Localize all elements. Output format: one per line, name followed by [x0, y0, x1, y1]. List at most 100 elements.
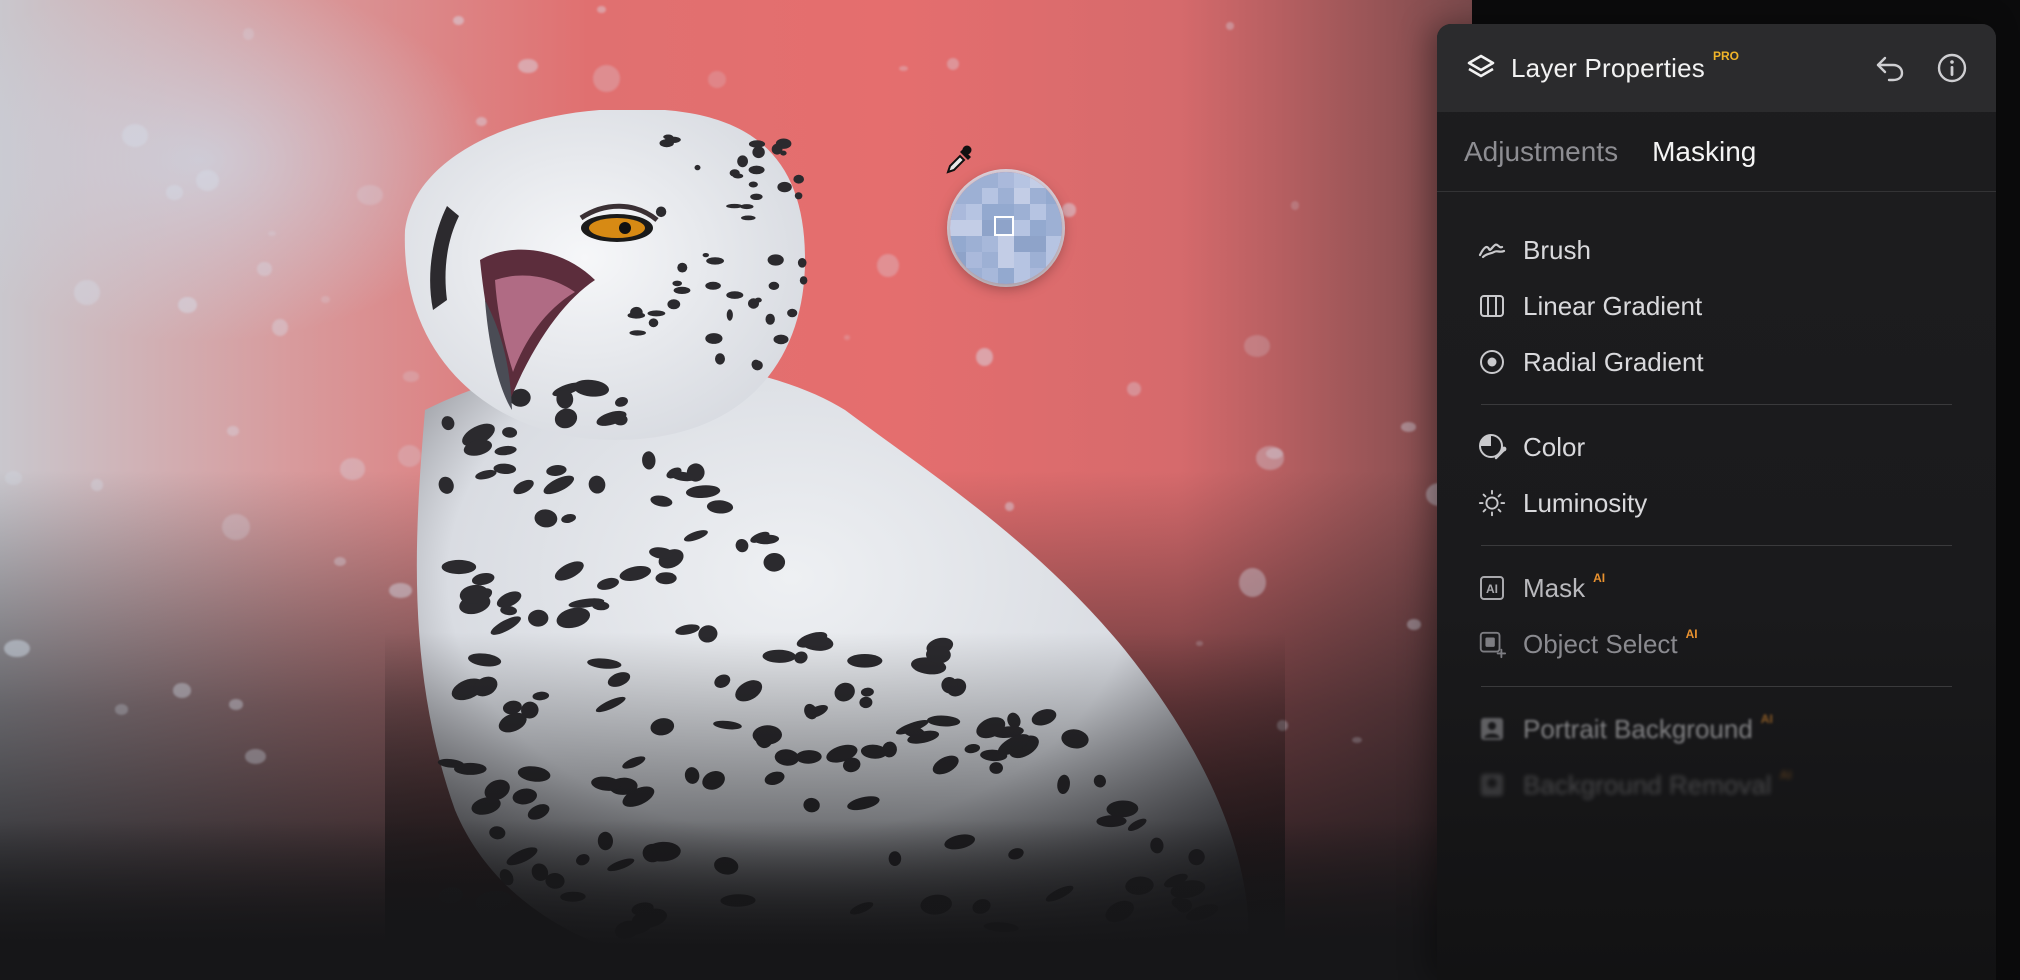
snowflake	[227, 425, 239, 437]
feather-spot	[1188, 848, 1205, 866]
snowflake	[517, 58, 538, 74]
loupe-pixel	[982, 236, 998, 252]
loupe-pixel	[1030, 252, 1046, 268]
snowflake	[221, 514, 250, 541]
feather-spot	[631, 902, 654, 916]
tool-label: Luminosity	[1523, 487, 1648, 518]
feather-spot	[1125, 876, 1154, 895]
snowflake	[5, 470, 23, 485]
feather-spot	[545, 872, 565, 889]
tool-portrait-background[interactable]: Portrait Background AI	[1477, 701, 1952, 757]
tool-label: Color	[1523, 431, 1586, 462]
tool-brush[interactable]: Brush	[1477, 222, 1952, 278]
loupe-pixel	[1014, 236, 1030, 252]
loupe-pixel	[966, 252, 982, 268]
tool-ai-mask[interactable]: AI Mask AI	[1477, 560, 1952, 616]
tool-label: Radial Gradient	[1523, 346, 1704, 377]
snowflake	[593, 65, 621, 93]
svg-text:AI: AI	[1486, 582, 1498, 596]
feather-spot	[576, 854, 590, 866]
feather-spot	[597, 831, 614, 851]
feather-spot	[1170, 880, 1206, 899]
tool-label: Background Removal	[1523, 769, 1772, 800]
loupe-pixel	[998, 188, 1014, 204]
snowflake	[178, 296, 197, 313]
feather-spot	[1171, 897, 1187, 909]
feather-spot	[1164, 873, 1188, 888]
feather-spot	[506, 847, 538, 866]
info-button[interactable]	[1934, 50, 1970, 86]
loupe-pixel	[966, 220, 982, 236]
loupe-pixel	[998, 172, 1014, 188]
layers-icon	[1467, 54, 1495, 78]
background-removal-icon	[1477, 770, 1507, 800]
panel-title: Layer Properties	[1511, 52, 1705, 83]
ai-badge: AI	[1760, 712, 1773, 726]
eyedropper-icon	[946, 145, 972, 174]
tool-radial-gradient[interactable]: Radial Gradient	[1477, 334, 1952, 390]
divider	[1481, 545, 1952, 546]
feather-spot	[642, 843, 663, 863]
snowflake	[122, 123, 149, 147]
undo-button[interactable]	[1872, 50, 1908, 86]
snowflake	[242, 28, 254, 40]
tool-background-removal[interactable]: Background Removal AI	[1477, 757, 1952, 813]
snowflake	[1290, 200, 1300, 210]
ai-badge: AI	[1593, 571, 1606, 585]
snowflake	[946, 58, 959, 71]
feather-spot	[644, 841, 681, 862]
snowflake	[195, 170, 219, 192]
loupe-pixel	[966, 204, 982, 220]
loupe-pixel	[966, 236, 982, 252]
feather-spot	[483, 890, 512, 909]
portrait-icon	[1477, 714, 1507, 744]
snowflake	[268, 231, 277, 237]
feather-spot	[1008, 848, 1024, 860]
feather-spot	[1176, 898, 1192, 913]
feather-spot	[888, 851, 902, 866]
loupe-pixel	[1014, 252, 1030, 268]
panel-header: Layer Properties PRO	[1437, 24, 1996, 112]
tool-luminosity[interactable]: Luminosity	[1477, 475, 1952, 531]
snowflake	[4, 639, 30, 657]
snowflake	[453, 16, 464, 26]
feather-spot	[560, 891, 586, 902]
snowflake	[166, 185, 184, 201]
feather-spot	[720, 894, 756, 907]
snowflake	[114, 703, 129, 715]
linear-gradient-icon	[1477, 291, 1507, 321]
layer-properties-panel: Layer Properties PRO Adjustments Masking	[1437, 24, 1996, 980]
radial-gradient-icon	[1477, 347, 1507, 377]
feather-spot	[614, 920, 640, 939]
feather-spot	[615, 922, 651, 937]
loupe-pixel	[966, 188, 982, 204]
tool-linear-gradient[interactable]: Linear Gradient	[1477, 278, 1952, 334]
owl-photo	[385, 110, 1285, 980]
snowflake	[256, 261, 272, 277]
snowflake	[1407, 618, 1422, 630]
loupe-pixel	[998, 268, 1014, 284]
pro-badge: PRO	[1712, 49, 1739, 63]
tool-label: Portrait Background	[1523, 713, 1753, 744]
loupe-pixel	[1030, 220, 1046, 236]
feather-spot	[714, 856, 739, 875]
feather-spot	[983, 922, 1019, 933]
tool-object-select[interactable]: Object Select AI	[1477, 616, 1952, 672]
feather-spot	[531, 863, 549, 881]
feather-spot	[1045, 885, 1074, 902]
color-picker-loupe[interactable]	[950, 172, 1062, 284]
tab-masking[interactable]: Masking	[1652, 136, 1756, 168]
loupe-pixel	[982, 188, 998, 204]
info-icon	[1937, 53, 1967, 83]
feather-spot	[972, 899, 991, 914]
tool-color[interactable]: Color	[1477, 419, 1952, 475]
loupe-pixel	[998, 252, 1014, 268]
photo-canvas[interactable]	[0, 0, 1472, 980]
tab-adjustments[interactable]: Adjustments	[1464, 136, 1618, 168]
tool-label: Linear Gradient	[1523, 290, 1703, 321]
feather-spot	[443, 914, 473, 937]
snowflake	[321, 296, 330, 304]
color-icon	[1477, 432, 1507, 462]
snowflake	[272, 318, 289, 336]
snowflake	[357, 185, 383, 205]
